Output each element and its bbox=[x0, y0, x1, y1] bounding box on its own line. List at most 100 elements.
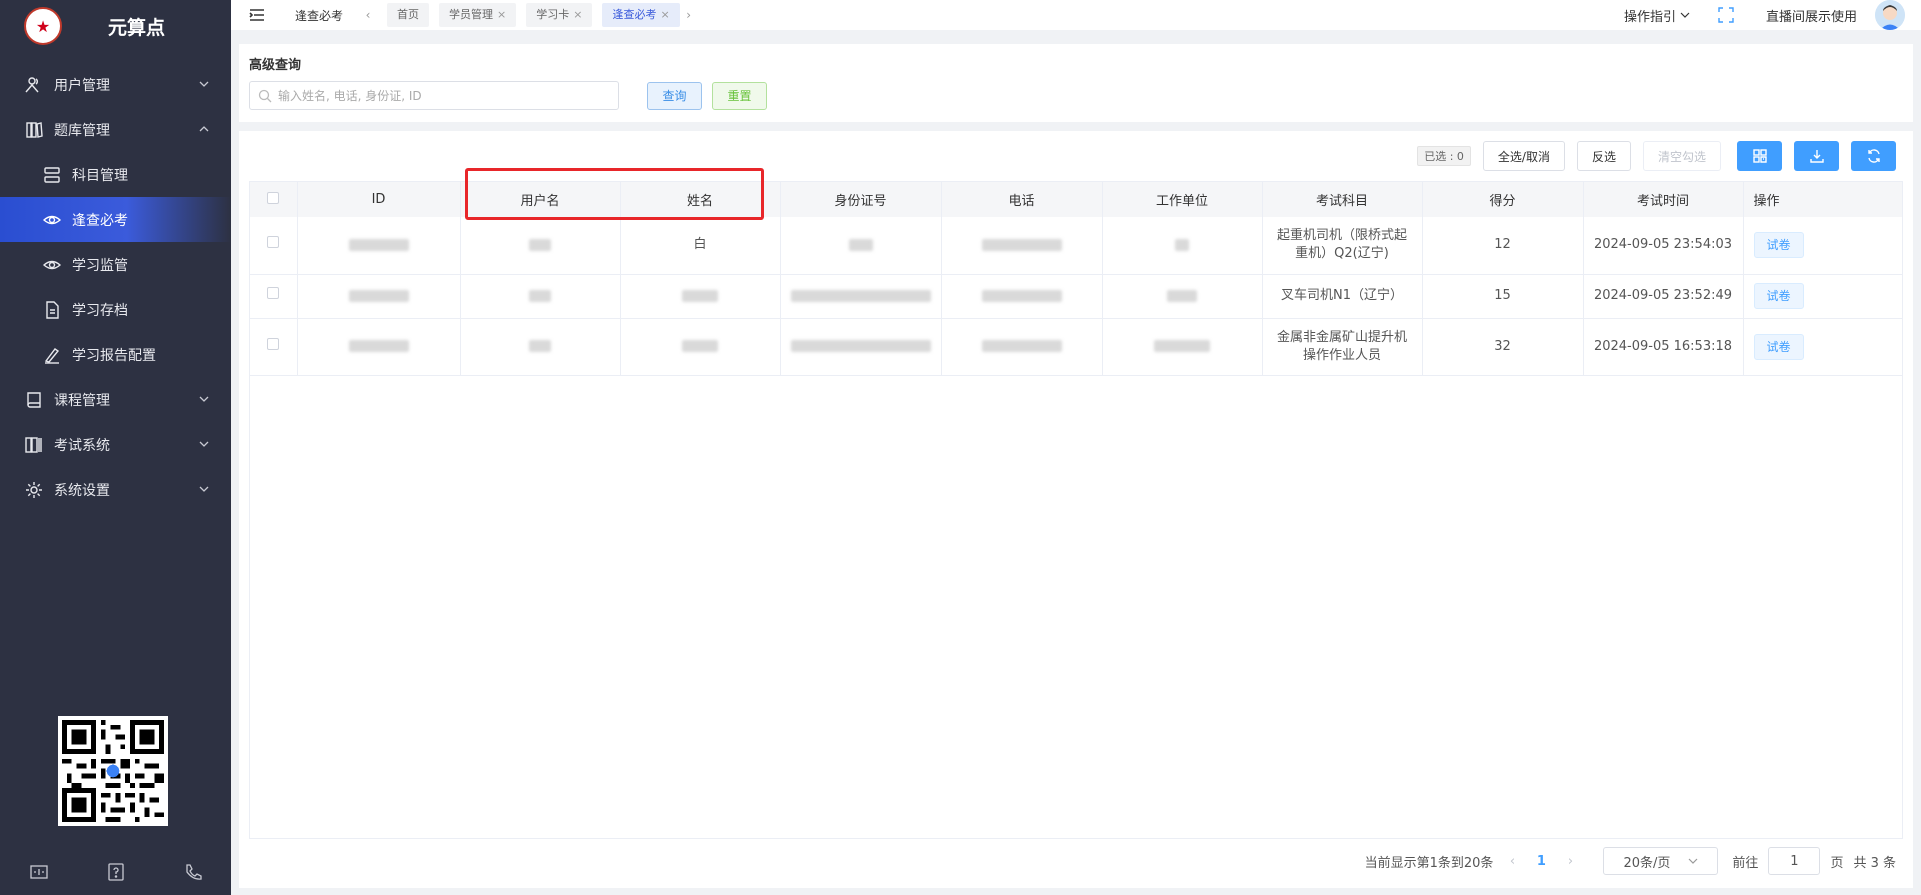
grid-icon bbox=[1752, 149, 1767, 163]
sidebar-menu: 用户管理 题库管理 科目管理 逢查必考 学习监管 学习存档 学习报告配置 课程管… bbox=[0, 62, 231, 512]
tab-label: 首页 bbox=[397, 8, 420, 21]
guide-label: 操作指引 bbox=[1623, 9, 1676, 25]
collapse-icon[interactable] bbox=[28, 861, 50, 883]
cell-work-unit bbox=[1102, 217, 1263, 275]
row-checkbox-cell bbox=[250, 274, 298, 319]
pen-icon bbox=[42, 345, 62, 365]
invert-selection-button[interactable]: 反选 bbox=[1576, 141, 1631, 171]
sidebar-item-course-management[interactable]: 课程管理 bbox=[0, 377, 231, 422]
sidebar-item-user-management[interactable]: 用户管理 bbox=[0, 62, 231, 107]
cell-id-number bbox=[780, 318, 942, 376]
sidebar-bottom-toolbar bbox=[0, 849, 231, 895]
user-name[interactable]: 直播间展示使用 bbox=[1766, 6, 1857, 25]
redacted-value bbox=[682, 340, 718, 352]
sidebar-item-report-config[interactable]: 学习报告配置 bbox=[0, 332, 231, 377]
table-row: 叉车司机N1（辽宁） 15 2024-09-05 23:52:49 试卷 bbox=[250, 274, 1902, 319]
column-header: 姓名 bbox=[620, 182, 781, 217]
server-icon bbox=[42, 165, 62, 185]
advanced-search-panel: 高级查询 输入姓名, 电话, 身份证, ID 查询 重置 bbox=[239, 44, 1913, 122]
cell-work-unit bbox=[1102, 274, 1263, 319]
close-icon[interactable]: × bbox=[573, 3, 582, 27]
chevron-up-icon bbox=[197, 122, 211, 136]
chevron-down-icon bbox=[1688, 858, 1698, 864]
sidebar-item-question-bank[interactable]: 题库管理 bbox=[0, 107, 231, 152]
view-paper-button[interactable]: 试卷 bbox=[1753, 283, 1804, 309]
column-header: 得分 bbox=[1422, 182, 1584, 217]
reset-button[interactable]: 重置 bbox=[712, 81, 767, 110]
goto-page-input[interactable]: 1 bbox=[1768, 847, 1821, 875]
cell-action: 试卷 bbox=[1743, 217, 1902, 275]
sidebar-item-exam-system[interactable]: 考试系统 bbox=[0, 422, 231, 467]
cell-username bbox=[460, 274, 621, 319]
sidebar-item-check-exam[interactable]: 逢查必考 bbox=[0, 197, 231, 242]
cell-action: 试卷 bbox=[1743, 318, 1902, 376]
eye-icon bbox=[42, 255, 62, 275]
sidebar-item-label: 逢查必考 bbox=[72, 212, 128, 229]
library-icon bbox=[24, 120, 44, 140]
select-all-checkbox[interactable] bbox=[267, 191, 280, 204]
tab-study-card[interactable]: 学习卡 × bbox=[526, 3, 593, 27]
prev-page-icon[interactable]: ‹ bbox=[1503, 854, 1521, 869]
row-checkbox[interactable] bbox=[267, 337, 280, 350]
tabs-prev-icon[interactable]: ‹ bbox=[359, 8, 377, 22]
view-paper-button[interactable]: 试卷 bbox=[1753, 232, 1804, 259]
redacted-value bbox=[1154, 340, 1210, 352]
redacted-value bbox=[790, 289, 931, 302]
tabs-next-icon[interactable]: › bbox=[680, 8, 698, 22]
cell-phone bbox=[941, 274, 1103, 319]
row-checkbox[interactable] bbox=[267, 287, 280, 299]
sidebar-item-study-supervision[interactable]: 学习监管 bbox=[0, 242, 231, 287]
app-title: 元算点 bbox=[108, 16, 166, 39]
file-icon bbox=[42, 300, 62, 320]
redacted-value bbox=[790, 340, 931, 352]
tab-student-management[interactable]: 学员管理 × bbox=[439, 3, 517, 27]
page-number[interactable]: 1 bbox=[1531, 854, 1551, 869]
sidebar-item-label: 科目管理 bbox=[72, 167, 128, 184]
gear-icon bbox=[24, 480, 44, 500]
fullscreen-icon[interactable] bbox=[1718, 7, 1734, 23]
tab-home[interactable]: 首页 bbox=[387, 3, 430, 27]
query-button[interactable]: 查询 bbox=[647, 81, 702, 110]
total-count: 共 3 条 bbox=[1853, 855, 1896, 871]
redacted-value bbox=[981, 238, 1062, 251]
cell-score: 32 bbox=[1422, 318, 1584, 376]
qr-code-button[interactable] bbox=[1737, 141, 1782, 171]
redacted-value bbox=[981, 289, 1062, 302]
close-icon[interactable]: × bbox=[497, 3, 506, 27]
clear-selection-button[interactable]: 清空勾选 bbox=[1642, 141, 1721, 171]
cell-exam-time: 2024-09-05 23:54:03 bbox=[1583, 217, 1744, 275]
column-header: 考试时间 bbox=[1583, 182, 1744, 217]
tab-check-exam[interactable]: 逢查必考 × bbox=[602, 3, 680, 27]
help-icon[interactable] bbox=[105, 861, 127, 883]
search-input[interactable]: 输入姓名, 电话, 身份证, ID bbox=[249, 81, 619, 110]
sidebar-item-label: 考试系统 bbox=[54, 437, 110, 454]
guide-dropdown[interactable]: 操作指引 bbox=[1624, 6, 1690, 25]
cell-id-number bbox=[780, 217, 942, 275]
qr-code bbox=[58, 716, 168, 826]
page-size-select[interactable]: 20条/页 bbox=[1603, 847, 1719, 875]
chevron-down-icon bbox=[197, 437, 211, 451]
phone-icon[interactable] bbox=[182, 861, 204, 883]
sidebar-item-label: 学习报告配置 bbox=[72, 347, 156, 364]
advanced-search-title: 高级查询 bbox=[249, 58, 302, 73]
download-button[interactable] bbox=[1794, 141, 1839, 171]
column-header: 身份证号 bbox=[780, 182, 942, 217]
sidebar-item-study-archive[interactable]: 学习存档 bbox=[0, 287, 231, 332]
close-icon[interactable]: × bbox=[660, 3, 669, 27]
cell-phone bbox=[941, 217, 1103, 275]
view-paper-button[interactable]: 试卷 bbox=[1753, 333, 1804, 360]
select-all-button[interactable]: 全选/取消 bbox=[1482, 141, 1565, 171]
sidebar-item-subject-management[interactable]: 科目管理 bbox=[0, 152, 231, 197]
next-page-icon[interactable]: › bbox=[1561, 854, 1579, 869]
redacted-value bbox=[1175, 238, 1189, 251]
sidebar-item-system-settings[interactable]: 系统设置 bbox=[0, 467, 231, 512]
chevron-down-icon bbox=[1680, 12, 1690, 18]
row-checkbox[interactable] bbox=[267, 236, 280, 249]
avatar[interactable] bbox=[1875, 0, 1905, 30]
menu-toggle-icon[interactable] bbox=[249, 6, 267, 24]
search-placeholder: 输入姓名, 电话, 身份证, ID bbox=[278, 89, 422, 103]
redacted-value bbox=[529, 238, 551, 251]
cell-score: 12 bbox=[1422, 217, 1584, 275]
refresh-button[interactable] bbox=[1851, 141, 1896, 171]
cell-subject: 金属非金属矿山提升机操作作业人员 bbox=[1262, 318, 1423, 376]
